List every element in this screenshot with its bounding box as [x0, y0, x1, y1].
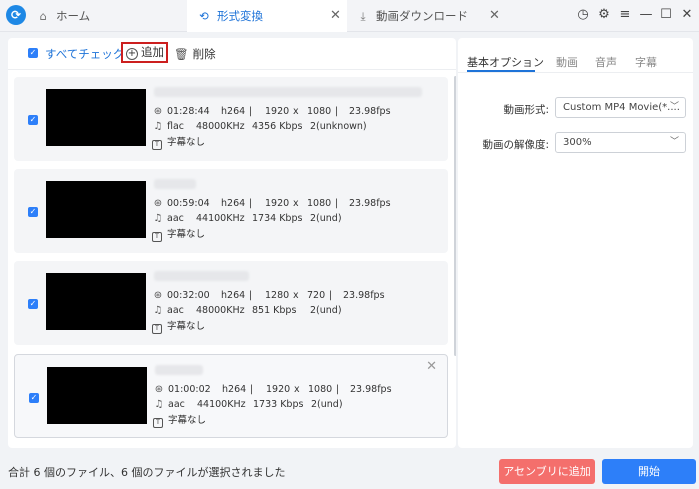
format-select[interactable]: Custom MP4 Movie(*.... ﹀ [555, 97, 686, 118]
subtitle-meta-row: T 字幕なし [152, 228, 205, 242]
subtitle-icon: T [153, 418, 163, 428]
maximize-icon[interactable]: ☐ [658, 7, 674, 22]
tab-home-label: ホーム [56, 9, 91, 23]
video-meta-row: ⊛ 00:59:04 h264 | 1920 x 1080 | 23.98fps [153, 198, 391, 209]
add-button[interactable]: + 追加 [121, 42, 168, 63]
chevron-down-icon: ﹀ [669, 137, 679, 147]
subtitle-meta-row: T 字幕なし [152, 320, 205, 334]
subtitle-meta-row: T 字幕なし [152, 136, 205, 150]
tab-convert-label: 形式変換 [217, 9, 263, 23]
file-name-blurred [155, 365, 203, 375]
subtitle-icon: T [152, 232, 162, 242]
file-item[interactable]: ✓ ✕ ⊛ 01:00:02 h264 | 1920 x 1080 | 23.98fps ♫ aa… [14, 354, 448, 438]
file-checkbox[interactable]: ✓ [28, 299, 38, 309]
download-icon: ⤓ [360, 9, 366, 23]
options-panel: 基本オプション 動画 音声 字幕 動画形式: Custom MP4 Movie(… [458, 38, 693, 448]
trash-icon: 🗑 [174, 47, 189, 61]
add-to-assembly-button[interactable]: アセンブリに追加 [499, 459, 595, 484]
video-meta-row: ⊛ 01:28:44 h264 | 1920 x 1080 | 23.98fps [153, 106, 391, 117]
menu-icon[interactable]: ≡ [617, 7, 633, 22]
tab-home[interactable]: ⌂ ホーム [36, 0, 186, 32]
video-thumbnail [46, 181, 146, 238]
delete-button-label: 削除 [192, 47, 216, 61]
subtitle-icon: T [152, 140, 162, 150]
tab-basic-options[interactable]: 基本オプション [467, 54, 544, 70]
gear-icon[interactable]: ⚙ [596, 7, 612, 22]
start-button[interactable]: 開始 [602, 459, 696, 484]
format-label: 動画形式: [503, 104, 549, 116]
file-list: ✓ ⊛ 01:28:44 h264 | 1920 x 1080 | 23.98fps ♫ flac… [8, 71, 456, 448]
resolution-select[interactable]: 300% ﹀ [555, 132, 686, 153]
delete-button[interactable]: 🗑 削除 [174, 46, 216, 62]
file-item[interactable]: ✓ ⊛ 00:32:00 h264 | 1280 x 720 | 23.98fps ♫ aac 48… [14, 261, 448, 345]
tab-convert[interactable]: ⟲ 形式変換 [187, 0, 347, 32]
app-logo-icon: ⟳ [6, 5, 26, 25]
file-name-blurred [154, 271, 249, 281]
tab-subtitle[interactable]: 字幕 [635, 54, 657, 70]
file-list-scrollbar[interactable] [454, 76, 456, 356]
plus-circle-icon: + [126, 48, 138, 60]
check-all-checkbox[interactable]: ✓ [28, 48, 38, 58]
title-bar: ⟳ ⌂ ホーム ⟲ 形式変換 ✕ ⤓ 動画ダウンロード ✕ ◷ ⚙ ≡ — ☐ ✕ [0, 0, 699, 32]
file-item[interactable]: ✓ ⊛ 00:59:04 h264 | 1920 x 1080 | 23.98fps ♫ aac 4… [14, 169, 448, 253]
film-reel-icon: ⊛ [154, 384, 164, 395]
file-toolbar: ✓ すべてチェック + 追加 🗑 削除 [8, 38, 456, 70]
format-select-value: Custom MP4 Movie(*.... [563, 102, 680, 113]
film-reel-icon: ⊛ [153, 290, 163, 301]
resolution-label: 動画の解像度: [482, 139, 549, 151]
file-name-blurred [154, 179, 196, 189]
audio-meta-row: ♫ aac 48000KHz 851 Kbps 2(und) [153, 305, 342, 316]
remove-file-icon[interactable]: ✕ [426, 359, 437, 374]
film-reel-icon: ⊛ [153, 106, 163, 117]
status-text: 合計 6 個のファイル、6 個のファイルが選択されました [8, 466, 286, 479]
close-tab-download-icon[interactable]: ✕ [489, 0, 500, 32]
resolution-select-value: 300% [563, 137, 592, 148]
video-meta-row: ⊛ 00:32:00 h264 | 1280 x 720 | 23.98fps [153, 290, 385, 301]
tab-audio[interactable]: 音声 [595, 54, 617, 70]
video-thumbnail [46, 89, 146, 146]
home-icon: ⌂ [39, 9, 47, 23]
close-tab-convert-icon[interactable]: ✕ [330, 0, 341, 32]
subtitle-meta-row: T 字幕なし [153, 414, 206, 428]
tab-divider [458, 72, 693, 73]
music-note-icon: ♫ [153, 121, 163, 132]
file-item[interactable]: ✓ ⊛ 01:28:44 h264 | 1920 x 1080 | 23.98fps ♫ flac… [14, 77, 448, 161]
audio-meta-row: ♫ aac 44100KHz 1734 Kbps 2(und) [153, 213, 342, 224]
tab-video[interactable]: 動画 [556, 54, 578, 70]
file-checkbox[interactable]: ✓ [28, 115, 38, 125]
minimize-icon[interactable]: — [638, 7, 654, 22]
chevron-down-icon: ﹀ [669, 102, 679, 112]
file-checkbox[interactable]: ✓ [29, 393, 39, 403]
check-all-label[interactable]: すべてチェック [45, 46, 124, 62]
audio-meta-row: ♫ flac 48000KHz 4356 Kbps 2(unknown) [153, 121, 367, 132]
tab-download-label: 動画ダウンロード [376, 9, 468, 23]
subtitle-icon: T [152, 324, 162, 334]
film-reel-icon: ⊛ [153, 198, 163, 209]
video-meta-row: ⊛ 01:00:02 h264 | 1920 x 1080 | 23.98fps [154, 384, 392, 395]
history-icon[interactable]: ◷ [575, 7, 591, 22]
file-list-panel: ✓ すべてチェック + 追加 🗑 削除 ✓ ⊛ 01:28:44 h264 | 1920 x 1… [8, 38, 456, 448]
convert-icon: ⟲ [199, 9, 209, 23]
add-button-label: 追加 [141, 45, 164, 59]
music-note-icon: ♫ [153, 213, 163, 224]
video-thumbnail [47, 367, 147, 424]
file-checkbox[interactable]: ✓ [28, 207, 38, 217]
tab-download[interactable]: ⤓ 動画ダウンロード [348, 0, 508, 32]
audio-meta-row: ♫ aac 44100KHz 1733 Kbps 2(und) [154, 399, 343, 410]
music-note-icon: ♫ [154, 399, 164, 410]
music-note-icon: ♫ [153, 305, 163, 316]
file-name-blurred [154, 87, 422, 97]
close-window-icon[interactable]: ✕ [679, 7, 695, 22]
video-thumbnail [46, 273, 146, 330]
